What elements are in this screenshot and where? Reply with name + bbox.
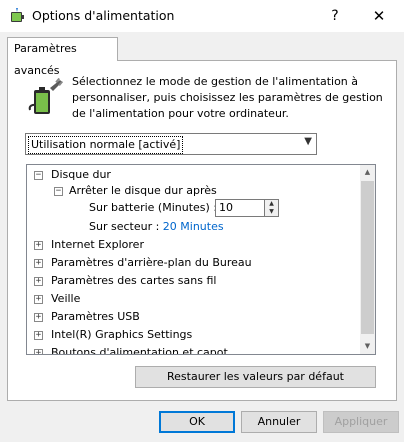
- scroll-up-icon[interactable]: ▲: [360, 165, 375, 180]
- tree-item-label: Internet Explorer: [51, 238, 144, 251]
- tab-advanced-settings[interactable]: Paramètres avancés: [7, 37, 118, 77]
- title-bar: Options d'alimentation ? ✕: [0, 0, 404, 32]
- ok-button[interactable]: OK: [159, 411, 235, 433]
- power-plan-select[interactable]: Utilisation normale [activé] ▼: [25, 133, 317, 155]
- collapse-icon[interactable]: −: [34, 171, 43, 180]
- help-button[interactable]: ?: [322, 3, 348, 29]
- cancel-button[interactable]: Annuler: [241, 411, 317, 433]
- on-battery-label: Sur batterie (Minutes) :: [89, 201, 218, 214]
- scroll-down-icon[interactable]: ▼: [360, 339, 375, 354]
- expand-icon[interactable]: +: [34, 331, 43, 340]
- tree-item-label: Paramètres USB: [51, 310, 140, 323]
- plugged-in-value-link[interactable]: 20 Minutes: [163, 220, 224, 233]
- tree-item-label: Veille: [51, 292, 81, 305]
- tree-item-label: Arrêter le disque dur après: [69, 184, 217, 197]
- on-battery-minutes-input[interactable]: 10: [215, 199, 265, 217]
- tree-item-label: Paramètres des cartes sans fil: [51, 274, 217, 287]
- scroll-thumb[interactable]: [361, 181, 374, 334]
- spin-up-icon[interactable]: ▲: [265, 200, 278, 208]
- description-text: Sélectionnez le mode de gestion de l'ali…: [72, 75, 383, 120]
- battery-plug-icon: [28, 77, 64, 114]
- collapse-icon[interactable]: −: [54, 187, 63, 196]
- plugged-in-label: Sur secteur : 20 Minutes: [89, 220, 224, 233]
- apply-button[interactable]: Appliquer: [323, 411, 399, 433]
- settings-tree[interactable]: − Disque dur − Arrêter le disque dur apr…: [26, 164, 376, 355]
- expand-icon[interactable]: +: [34, 349, 43, 354]
- close-button[interactable]: ✕: [364, 3, 394, 29]
- expand-icon[interactable]: +: [34, 259, 43, 268]
- power-options-icon: [11, 8, 24, 22]
- expand-icon[interactable]: +: [34, 277, 43, 286]
- expand-icon[interactable]: +: [34, 313, 43, 322]
- restore-defaults-button[interactable]: Restaurer les valeurs par défaut: [135, 366, 376, 388]
- power-plan-value: Utilisation normale [activé]: [28, 136, 184, 154]
- spin-down-icon[interactable]: ▼: [265, 208, 278, 216]
- expand-icon[interactable]: +: [34, 241, 43, 250]
- window-title: Options d'alimentation: [32, 8, 175, 23]
- tree-scrollbar[interactable]: ▲ ▼: [360, 165, 375, 354]
- tree-item-label: Boutons d'alimentation et capot: [51, 346, 228, 355]
- minutes-spinner[interactable]: ▲ ▼: [265, 199, 279, 217]
- expand-icon[interactable]: +: [34, 295, 43, 304]
- tree-item-label: Paramètres d'arrière-plan du Bureau: [51, 256, 252, 269]
- tree-item-label: Intel(R) Graphics Settings: [51, 328, 193, 341]
- chevron-down-icon: ▼: [304, 136, 312, 147]
